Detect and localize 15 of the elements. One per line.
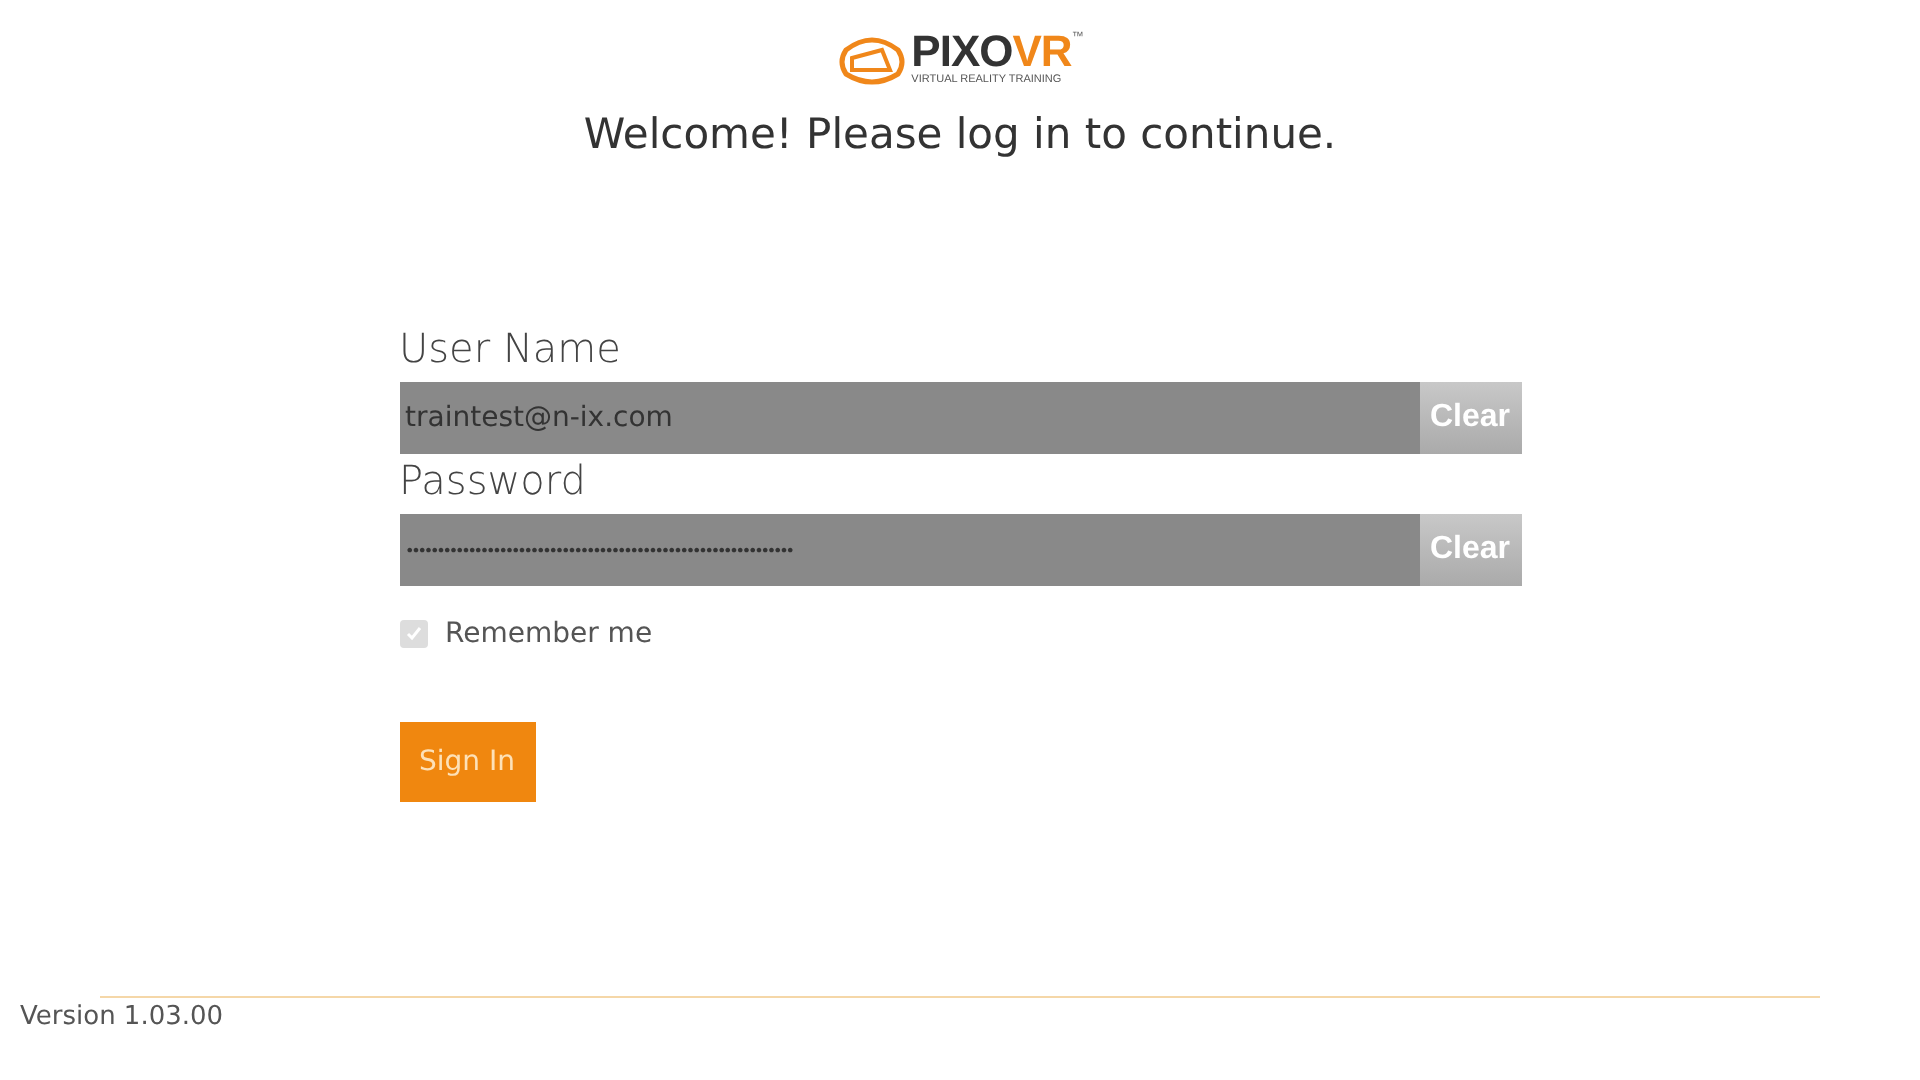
headset-logo-icon	[837, 33, 906, 85]
remember-checkbox[interactable]	[399, 620, 427, 648]
input-field[interactable]: ••••••••••••••••••••••••••••••••••••••••••••••••••••••••••••••	[399, 514, 1419, 586]
field-label: Password	[399, 454, 586, 506]
input-field[interactable]: traintest@n-ix.com	[399, 382, 1419, 454]
clear-button[interactable]: Clear	[1419, 382, 1521, 454]
version-text: Version 1.03.00	[20, 1002, 224, 1032]
remember-label: Remember me	[445, 618, 653, 650]
clear-button[interactable]: Clear	[1419, 514, 1521, 586]
check-icon	[405, 626, 421, 642]
sign-in-button[interactable]: Sign In	[399, 722, 535, 802]
welcome-heading: Welcome! Please log in to continue.	[583, 110, 1337, 158]
logo-text: PIXO	[911, 32, 1013, 72]
field-label: User Name	[399, 322, 621, 374]
logo-accent-text: VR	[1012, 32, 1072, 72]
